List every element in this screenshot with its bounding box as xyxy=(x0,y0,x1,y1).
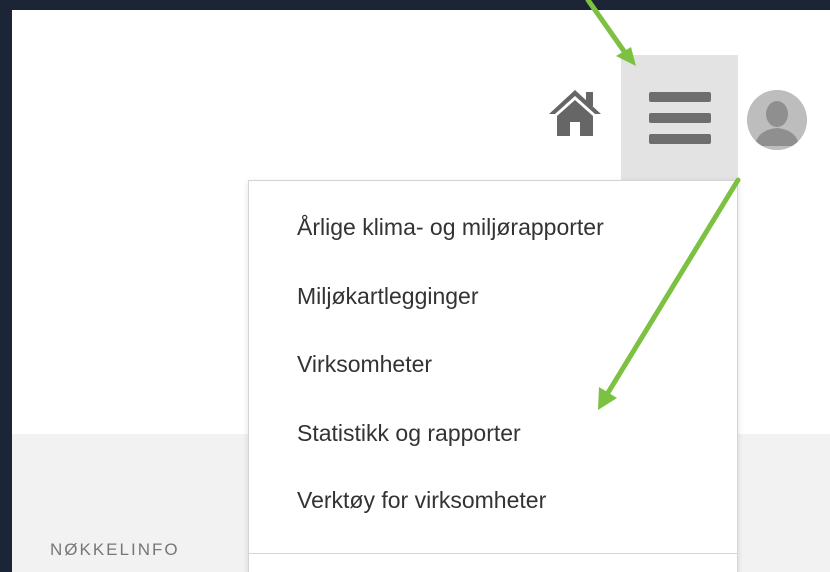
main-menu-button[interactable] xyxy=(621,55,738,180)
footer-section-label: NØKKELINFO xyxy=(50,540,180,559)
menu-divider xyxy=(249,553,737,554)
page-background: NØKKELINFO Årlige klima- og miljørapport… xyxy=(12,10,830,572)
home-icon xyxy=(549,90,601,136)
home-button[interactable] xyxy=(542,80,608,146)
menu-item-statistikk-rapporter[interactable]: Statistikk og rapporter xyxy=(297,420,521,447)
user-avatar[interactable] xyxy=(747,90,807,150)
main-menu-dropdown: Årlige klima- og miljørapporter Miljøkar… xyxy=(248,180,738,572)
hamburger-menu-icon xyxy=(648,91,711,144)
menu-item-verktoy-virksomheter[interactable]: Verktøy for virksomheter xyxy=(297,487,546,514)
menu-item-virksomheter[interactable]: Virksomheter xyxy=(297,351,432,378)
user-avatar-icon xyxy=(747,90,807,150)
menu-item-miljokartlegginger[interactable]: Miljøkartlegginger xyxy=(297,283,479,310)
menu-item-klima-miljorapporter[interactable]: Årlige klima- og miljørapporter xyxy=(297,214,604,241)
